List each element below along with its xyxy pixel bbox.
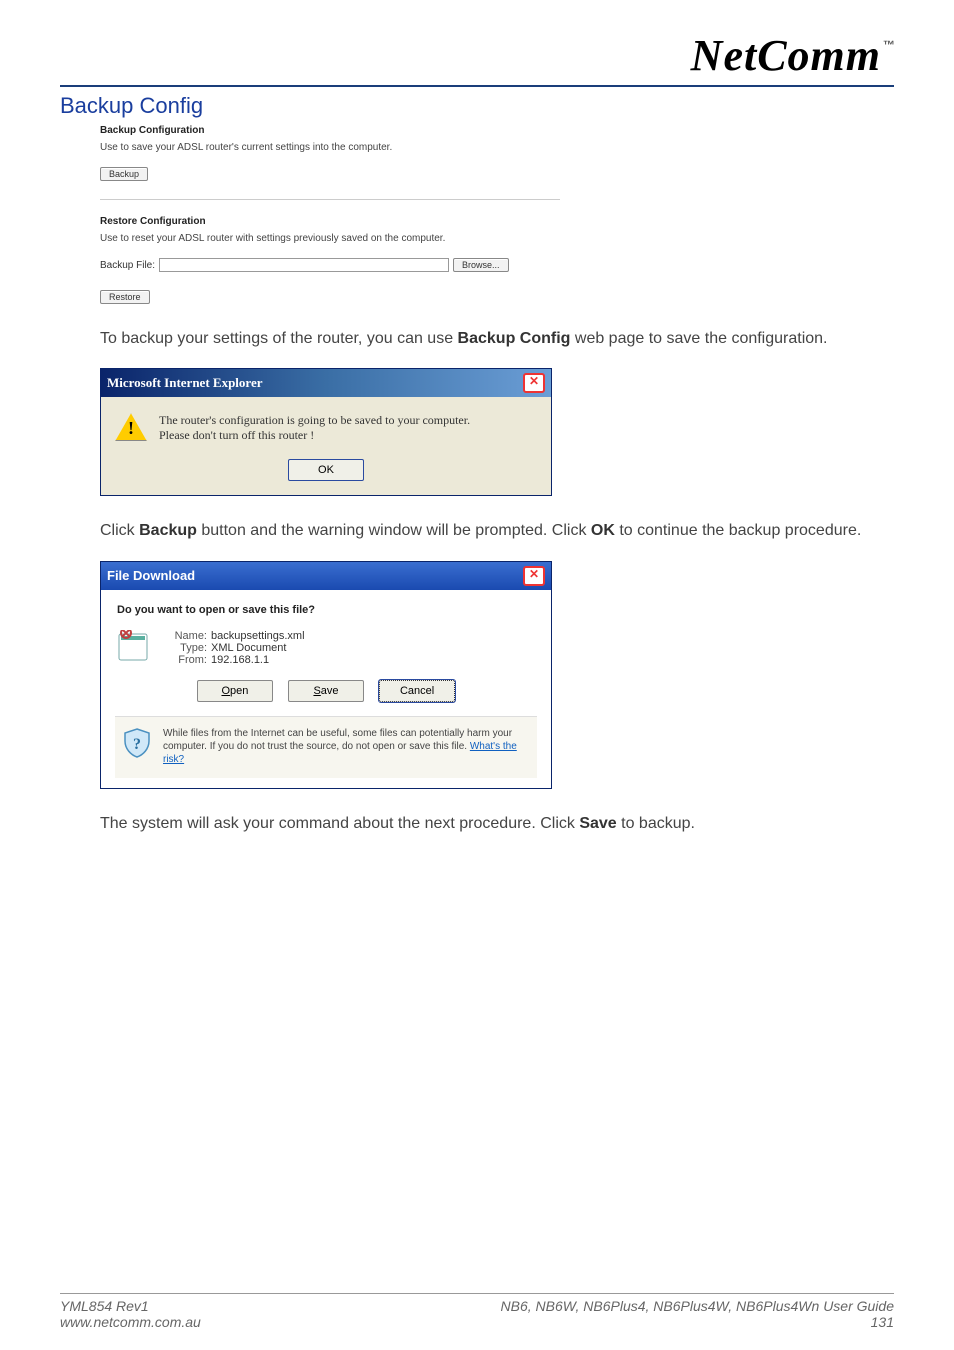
cancel-button[interactable]: Cancel xyxy=(379,680,455,702)
save-button[interactable]: Save xyxy=(288,680,364,702)
file-download-question: Do you want to open or save this file? xyxy=(117,604,535,616)
file-name-value: backupsettings.xml xyxy=(211,630,305,642)
ok-button[interactable]: OK xyxy=(288,459,364,481)
ie-alert-titlebar: Microsoft Internet Explorer ✕ xyxy=(101,369,551,397)
restore-config-heading: Restore Configuration xyxy=(100,216,560,227)
panel-divider xyxy=(100,199,560,200)
svg-text:?: ? xyxy=(133,736,141,753)
backup-config-desc: Use to save your ADSL router's current s… xyxy=(100,142,560,153)
backup-file-label: Backup File: xyxy=(100,260,155,271)
restore-button[interactable]: Restore xyxy=(100,290,150,304)
backup-button[interactable]: Backup xyxy=(100,167,148,181)
page-header: NetComm™ xyxy=(60,30,894,87)
close-icon[interactable]: ✕ xyxy=(523,373,545,393)
config-panel: Backup Configuration Use to save your AD… xyxy=(100,125,560,304)
page-footer: YML854 Rev1 www.netcomm.com.au NB6, NB6W… xyxy=(60,1293,894,1330)
section-title: Backup Config xyxy=(60,93,894,119)
footer-right: NB6, NB6W, NB6Plus4, NB6Plus4W, NB6Plus4… xyxy=(501,1298,894,1330)
open-button[interactable]: Open xyxy=(197,680,273,702)
file-download-dialog: File Download ✕ Do you want to open or s… xyxy=(100,561,552,789)
paragraph-3: The system will ask your command about t… xyxy=(100,813,894,835)
paragraph-2: Click Backup button and the warning wind… xyxy=(100,520,894,542)
brand-text: NetComm xyxy=(691,31,881,80)
xml-file-icon xyxy=(117,630,151,662)
backup-file-input[interactable] xyxy=(159,258,449,272)
brand-logo: NetComm™ xyxy=(691,30,894,81)
close-icon[interactable]: ✕ xyxy=(523,566,545,586)
ie-alert-message: The router's configuration is going to b… xyxy=(159,413,470,443)
ie-alert-dialog: Microsoft Internet Explorer ✕ ! The rout… xyxy=(100,368,552,496)
file-details: Name:backupsettings.xml Type:XML Documen… xyxy=(165,630,305,666)
file-from-value: 192.168.1.1 xyxy=(211,654,269,666)
restore-config-desc: Use to reset your ADSL router with setti… xyxy=(100,233,560,244)
trademark-symbol: ™ xyxy=(883,38,896,52)
file-download-title: File Download xyxy=(107,568,195,583)
backup-config-heading: Backup Configuration xyxy=(100,125,560,136)
browse-button[interactable]: Browse... xyxy=(453,258,509,272)
file-type-value: XML Document xyxy=(211,642,286,654)
shield-icon: ? xyxy=(121,727,153,759)
warning-icon: ! xyxy=(115,413,147,441)
file-download-titlebar: File Download ✕ xyxy=(101,562,551,590)
paragraph-1: To backup your settings of the router, y… xyxy=(100,328,894,350)
file-download-footer-text: While files from the Internet can be use… xyxy=(163,727,531,766)
footer-left: YML854 Rev1 www.netcomm.com.au xyxy=(60,1298,201,1330)
ie-alert-title: Microsoft Internet Explorer xyxy=(107,375,262,391)
